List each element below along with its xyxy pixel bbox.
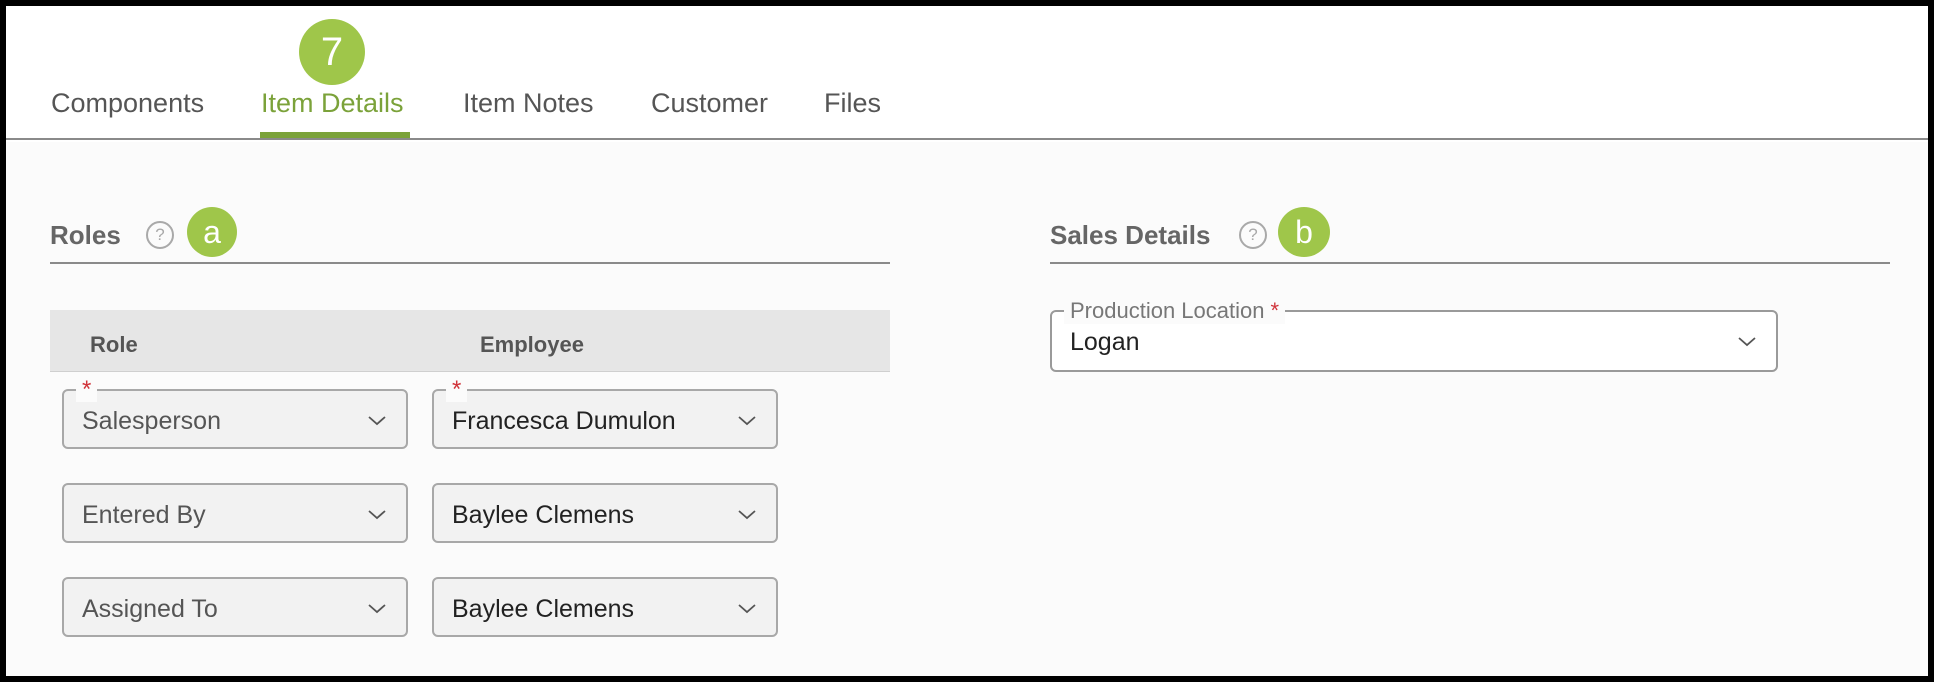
column-header-role: Role [90,332,138,357]
column-header-employee: Employee [480,332,584,357]
active-tab-indicator [260,132,410,138]
production-location-value: Logan [1070,328,1140,356]
role-select-value: Assigned To [82,595,218,623]
roles-title: Roles [50,220,121,250]
required-indicator: * [446,378,468,402]
chevron-down-icon [368,604,386,614]
chevron-down-icon [368,510,386,520]
chevron-down-icon [368,416,386,426]
required-indicator: * [76,378,98,402]
role-select-value: Salesperson [82,407,221,435]
tab-bar: Components Item Details Item Notes Custo… [6,6,1928,140]
tab-item-details[interactable]: Item Details [261,88,404,119]
roles-help-icon[interactable]: ? [146,221,174,249]
production-location-label: Production Location * [1064,298,1286,324]
employee-select-assigned-to[interactable]: Baylee Clemens [432,577,778,637]
chevron-down-icon [1738,337,1756,347]
annotation-badge-roles: a [187,207,237,257]
chevron-down-icon [738,604,756,614]
roles-divider [50,262,890,264]
roles-table-header: Role Employee [50,310,890,372]
tab-components[interactable]: Components [51,88,204,119]
chevron-down-icon [738,510,756,520]
employee-select-entered-by[interactable]: Baylee Clemens [432,483,778,543]
employee-select-salesperson[interactable]: Francesca Dumulon [432,389,778,449]
production-location-select[interactable]: Production Location * Logan [1050,298,1778,372]
annotation-badge-sales: b [1278,207,1330,257]
role-select-salesperson[interactable]: Salesperson [62,389,408,449]
sales-details-title: Sales Details [1050,220,1211,250]
role-select-entered-by[interactable]: Entered By [62,483,408,543]
tab-files[interactable]: Files [824,88,881,119]
annotation-badge-step: 7 [299,19,365,85]
employee-select-value: Francesca Dumulon [452,407,676,435]
role-select-assigned-to[interactable]: Assigned To [62,577,408,637]
employee-select-value: Baylee Clemens [452,595,635,623]
required-indicator: * [1270,298,1280,323]
tab-item-notes[interactable]: Item Notes [463,88,594,119]
role-select-value: Entered By [82,501,206,529]
employee-select-value: Baylee Clemens [452,501,635,529]
tab-customer[interactable]: Customer [651,88,768,119]
chevron-down-icon [738,416,756,426]
sales-details-help-icon[interactable]: ? [1239,221,1267,249]
app-frame: Components Item Details Item Notes Custo… [6,6,1928,676]
sales-details-divider [1050,262,1890,264]
